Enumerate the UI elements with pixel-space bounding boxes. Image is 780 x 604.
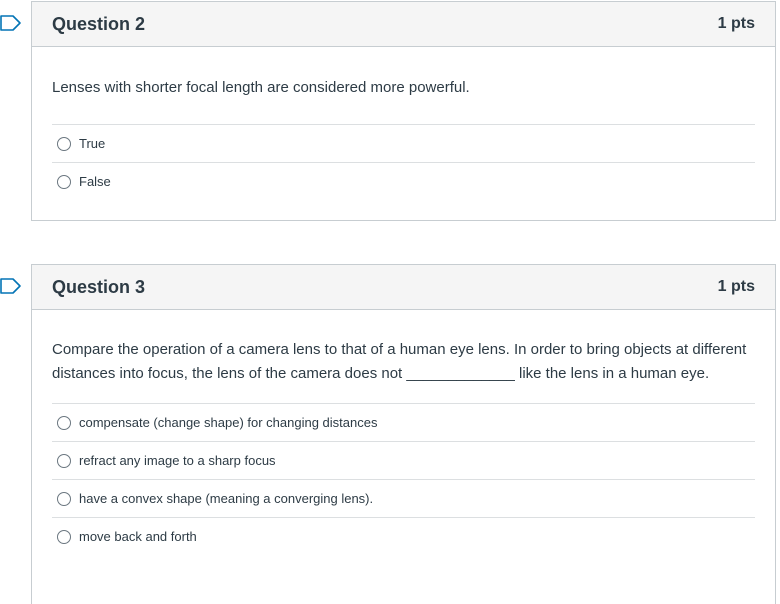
- question-points: 1 pts: [717, 278, 755, 295]
- radio-button[interactable]: [57, 174, 71, 189]
- answer-label: compensate (change shape) for changing d…: [79, 415, 378, 430]
- radio-button[interactable]: [57, 529, 71, 544]
- radio-button[interactable]: [57, 491, 71, 506]
- answer-label: True: [79, 136, 106, 151]
- answer-list: True False: [52, 124, 755, 200]
- radio-button[interactable]: [57, 415, 71, 430]
- question-3-card: Question 3 1 pts Compare the operation o…: [31, 264, 776, 604]
- answer-list: compensate (change shape) for changing d…: [52, 403, 755, 555]
- question-text: Compare the operation of a camera lens t…: [52, 341, 747, 382]
- answer-label: move back and forth: [79, 529, 197, 544]
- question-header: Question 3 1 pts: [32, 265, 775, 310]
- flag-question-icon[interactable]: [0, 278, 22, 294]
- answer-option-true[interactable]: True: [52, 125, 755, 163]
- question-text: Lenses with shorter focal length are con…: [52, 79, 470, 96]
- question-2-card: Question 2 1 pts Lenses with shorter foc…: [31, 1, 776, 221]
- answer-label: False: [79, 174, 111, 189]
- question-body: Lenses with shorter focal length are con…: [32, 47, 775, 200]
- answer-label: refract any image to a sharp focus: [79, 453, 276, 468]
- answer-label: have a convex shape (meaning a convergin…: [79, 491, 374, 506]
- question-header: Question 2 1 pts: [32, 2, 775, 47]
- answer-option[interactable]: refract any image to a sharp focus: [52, 442, 755, 480]
- answer-option[interactable]: move back and forth: [52, 518, 755, 555]
- question-points: 1 pts: [717, 15, 755, 32]
- quiz-page: Question 2 1 pts Lenses with shorter foc…: [0, 0, 780, 604]
- flag-question-icon[interactable]: [0, 15, 22, 31]
- radio-button[interactable]: [57, 136, 71, 151]
- radio-button[interactable]: [57, 453, 71, 468]
- question-body: Compare the operation of a camera lens t…: [32, 310, 775, 555]
- question-title: Question 2: [52, 13, 146, 34]
- question-title: Question 3: [52, 276, 146, 297]
- answer-option-false[interactable]: False: [52, 163, 755, 200]
- answer-option[interactable]: compensate (change shape) for changing d…: [52, 404, 755, 442]
- answer-option[interactable]: have a convex shape (meaning a convergin…: [52, 480, 755, 518]
